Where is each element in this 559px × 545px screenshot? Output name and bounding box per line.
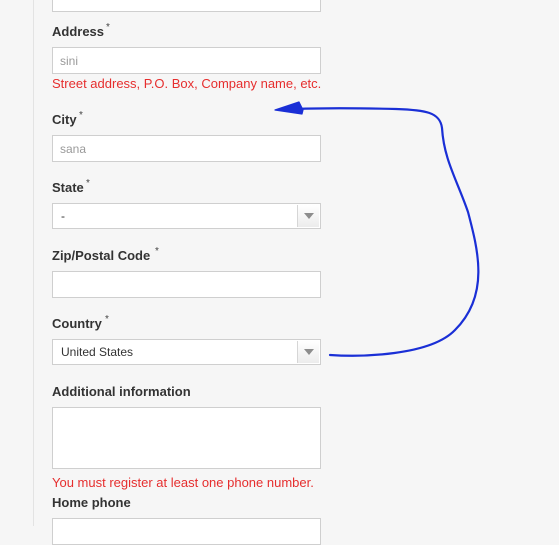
address-label: Address (52, 24, 105, 39)
phone-error-message: You must register at least one phone num… (52, 475, 314, 490)
state-required-mark: * (86, 178, 90, 189)
state-label: State (52, 180, 84, 195)
zip-label: Zip/Postal Code (52, 248, 151, 263)
country-select[interactable]: United States (52, 339, 321, 365)
city-input[interactable]: sana (52, 135, 321, 162)
page-left-border (33, 0, 34, 526)
home-phone-input[interactable] (52, 518, 321, 545)
country-select-value: United States (61, 345, 134, 359)
zip-required-mark: * (155, 246, 159, 257)
state-select-arrow[interactable] (297, 205, 319, 227)
previous-input-field[interactable] (52, 0, 321, 12)
chevron-down-icon (303, 213, 314, 219)
address-input[interactable]: sini (52, 47, 321, 74)
country-select-arrow[interactable] (297, 341, 319, 363)
address-required-mark: * (106, 22, 110, 33)
state-select-value: - (61, 209, 65, 223)
state-select[interactable]: - (52, 203, 321, 229)
city-label: City (52, 112, 77, 127)
country-required-mark: * (105, 314, 109, 325)
city-required-mark: * (79, 110, 83, 121)
zip-input[interactable] (52, 271, 321, 298)
additional-information-label: Additional information (52, 384, 191, 399)
chevron-down-icon (303, 349, 314, 355)
country-label: Country (52, 316, 102, 331)
home-phone-label: Home phone (52, 495, 131, 510)
additional-information-textarea[interactable] (52, 407, 321, 469)
address-hint-text: Street address, P.O. Box, Company name, … (52, 76, 322, 91)
